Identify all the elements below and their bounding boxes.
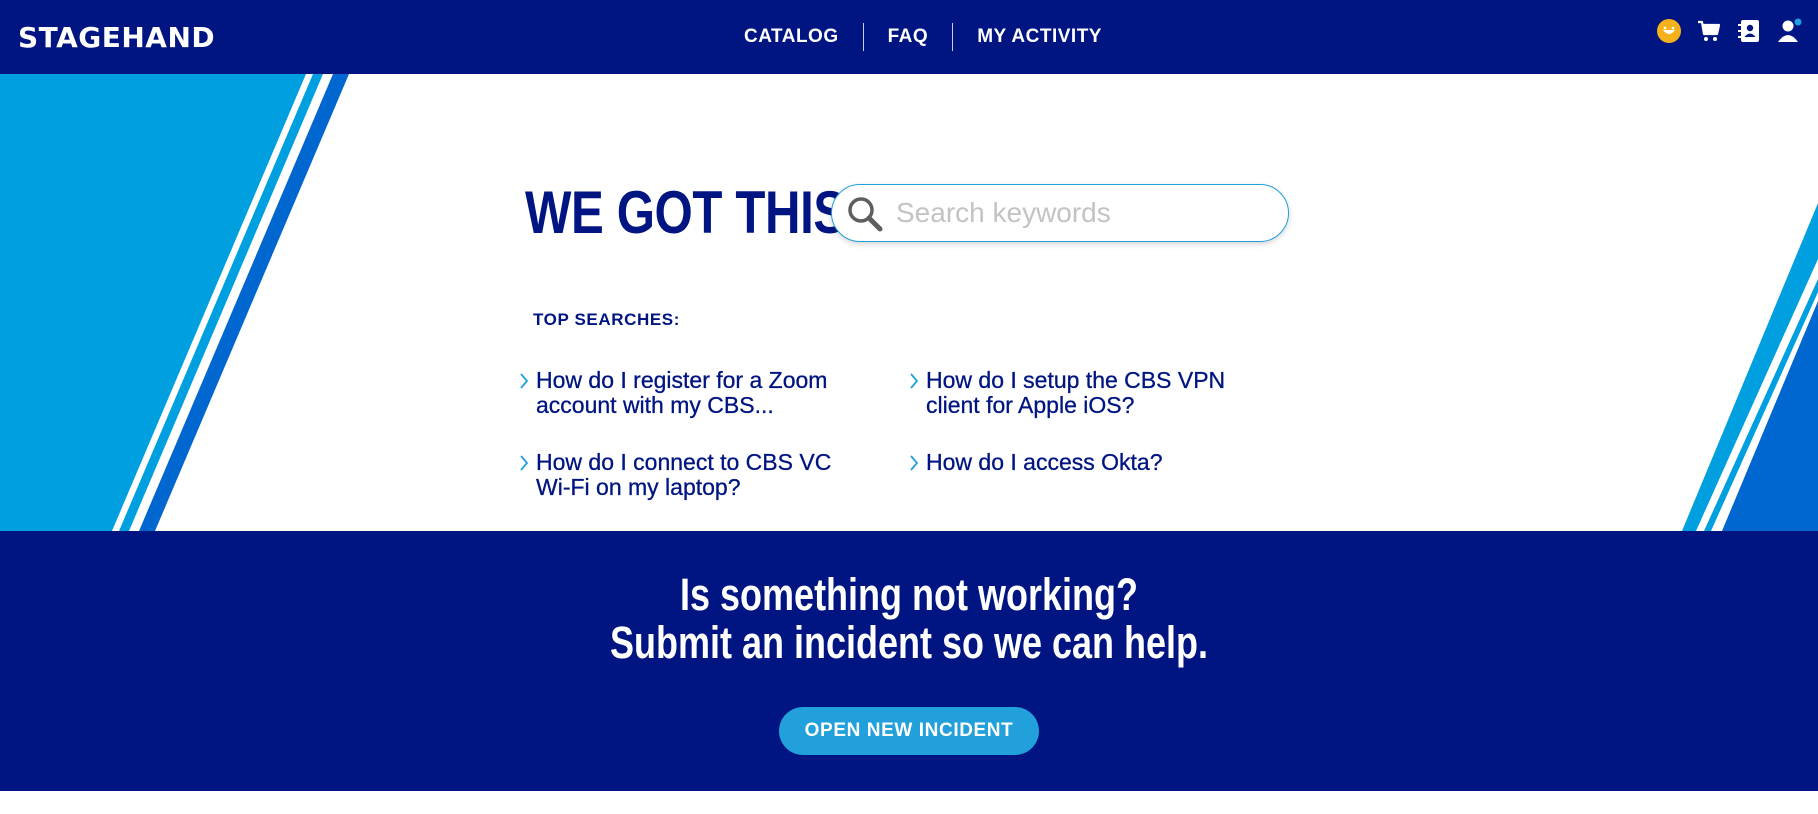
top-search-link-okta[interactable]: How do I access Okta?	[907, 449, 1257, 475]
nav-link-catalog[interactable]: CATALOG	[720, 26, 863, 48]
top-search-link-vpn[interactable]: How do I setup the CBS VPN client for Ap…	[907, 367, 1257, 418]
search-box	[831, 184, 1289, 242]
top-search-text: How do I setup the CBS VPN client for Ap…	[926, 367, 1226, 418]
incident-banner: Is something not working? Submit an inci…	[0, 531, 1818, 791]
top-search-text: How do I access Okta?	[926, 449, 1163, 475]
top-search-link-zoom[interactable]: How do I register for a Zoom account wit…	[517, 367, 867, 418]
top-navigation-bar: STAGEHAND CATALOG FAQ MY ACTIVITY	[0, 0, 1818, 74]
chevron-right-icon	[910, 455, 919, 471]
brand-logo[interactable]: STAGEHAND	[18, 21, 215, 54]
smiley-face-icon[interactable]	[1656, 18, 1682, 44]
user-profile-icon[interactable]	[1776, 18, 1802, 44]
top-search-link-wifi[interactable]: How do I connect to CBS VC Wi-Fi on my l…	[517, 449, 867, 500]
top-search-text: How do I register for a Zoom account wit…	[536, 367, 828, 418]
contacts-book-icon[interactable]	[1736, 18, 1762, 44]
open-new-incident-button[interactable]: OPEN NEW INCIDENT	[779, 707, 1039, 755]
hero-title: WE GOT THIS	[525, 179, 846, 246]
chevron-right-icon	[520, 373, 529, 389]
search-input[interactable]	[896, 193, 1266, 233]
top-search-text: How do I connect to CBS VC Wi-Fi on my l…	[536, 449, 832, 500]
shopping-cart-icon[interactable]	[1696, 18, 1722, 44]
incident-heading: Is something not working? Submit an inci…	[0, 571, 1818, 667]
main-nav: CATALOG FAQ MY ACTIVITY	[720, 0, 1126, 74]
incident-heading-line-1: Is something not working?	[680, 569, 1138, 620]
incident-heading-line-2: Submit an incident so we can help.	[609, 617, 1209, 668]
nav-link-faq[interactable]: FAQ	[864, 26, 953, 48]
chevron-right-icon	[520, 455, 529, 471]
hero-section: WE GOT THIS TOP SEARCHES: How do I regis…	[0, 74, 1818, 531]
nav-link-my-activity[interactable]: MY ACTIVITY	[953, 26, 1126, 48]
search-icon[interactable]	[846, 195, 884, 233]
top-searches-label: TOP SEARCHES:	[533, 310, 680, 329]
header-icons	[1656, 18, 1802, 44]
chevron-right-icon	[910, 373, 919, 389]
